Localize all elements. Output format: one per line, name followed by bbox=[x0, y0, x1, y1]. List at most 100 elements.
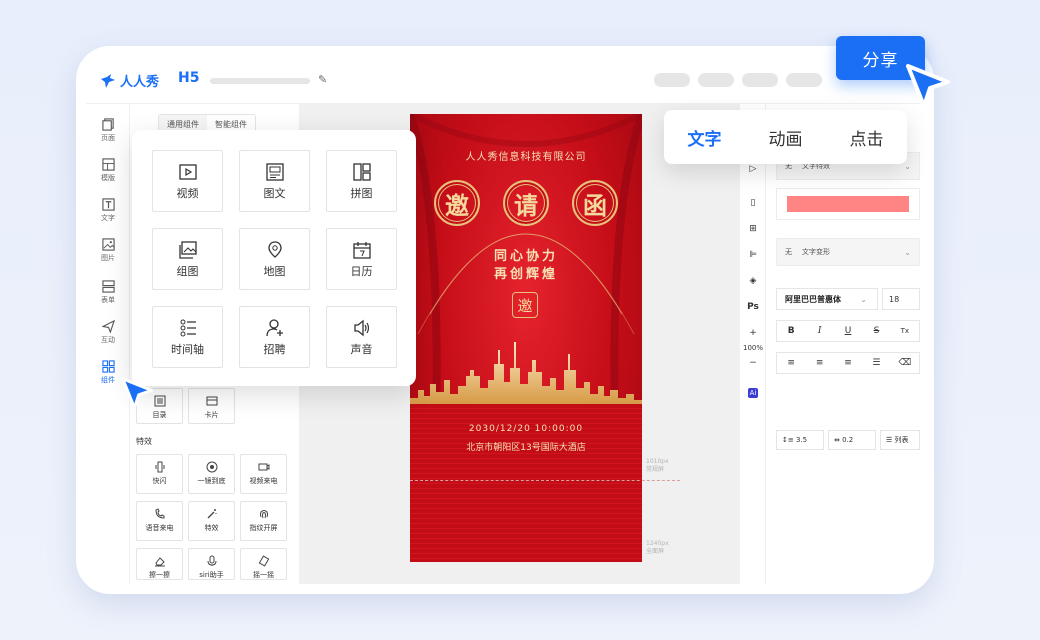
fill-color-picker[interactable] bbox=[776, 188, 920, 220]
list-button[interactable]: ☰ 列表 bbox=[880, 430, 920, 450]
effect-special[interactable]: 特效 bbox=[188, 501, 235, 541]
component-audio[interactable]: 声音 bbox=[326, 306, 397, 368]
slogan-line-2: 再创辉煌 bbox=[493, 267, 558, 282]
strikethrough-button[interactable]: S bbox=[862, 321, 890, 341]
invitation-poster[interactable]: 人人秀信息科技有限公司 邀 请 函 同心协力 再创辉煌 邀 2030/12/20… bbox=[410, 114, 642, 562]
clear-format-button[interactable]: Tx bbox=[891, 321, 919, 341]
effect-shake[interactable]: 摇一摇 bbox=[240, 548, 287, 580]
effect-one-shot-label: 一镜到底 bbox=[197, 477, 226, 485]
component-map[interactable]: 地图 bbox=[239, 228, 310, 290]
align-icon[interactable]: ⊫ bbox=[740, 250, 766, 260]
poster-title-char-3[interactable]: 函 bbox=[572, 180, 618, 226]
effect-flash[interactable]: 快闪 bbox=[136, 454, 183, 494]
nav-item-form[interactable]: 表单 bbox=[86, 280, 130, 305]
effect-scratch-label: 擦一擦 bbox=[149, 571, 170, 579]
component-popup: 视频 图文 拼图 组图 地图 日历 时间轴 招聘 声音 bbox=[132, 130, 416, 386]
poster-title-char-1[interactable]: 邀 bbox=[434, 180, 480, 226]
zoom-out-icon[interactable]: − bbox=[740, 358, 766, 368]
text-transform-label: 文字变形 bbox=[802, 248, 830, 256]
chevron-down-icon: ⌄ bbox=[904, 247, 911, 257]
guide-full-name: 全面屏 bbox=[646, 548, 665, 555]
toolbar-pill-4[interactable] bbox=[786, 73, 822, 87]
component-recruit[interactable]: 招聘 bbox=[239, 306, 310, 368]
tab-text[interactable]: 文字 bbox=[664, 125, 745, 150]
brand-logo[interactable]: 人人秀 bbox=[100, 71, 159, 90]
text-transform-select[interactable]: 无 文字变形 ⌄ bbox=[776, 238, 920, 266]
chevron-down-icon: ⌄ bbox=[904, 161, 911, 171]
component-audio-label: 声音 bbox=[350, 343, 373, 356]
property-panel: 无 文字特效 ⌄ 无 文字变形 ⌄ 阿里巴巴普惠体 ⌄ 18 B I U S T… bbox=[766, 104, 924, 584]
align-left-icon[interactable]: ≡ bbox=[777, 353, 805, 373]
eraser-icon bbox=[154, 557, 165, 567]
align-center-icon[interactable]: ≡ bbox=[805, 353, 833, 373]
target-icon bbox=[206, 461, 217, 473]
effect-siri[interactable]: siri助手 bbox=[188, 548, 235, 580]
component-video[interactable]: 视频 bbox=[152, 150, 223, 212]
add-user-icon bbox=[265, 319, 283, 337]
font-size-stepper[interactable]: 18 bbox=[882, 288, 920, 310]
grid-icon[interactable]: ⊞ bbox=[740, 224, 766, 234]
phone-icon[interactable]: ▯ bbox=[740, 198, 766, 208]
poster-address[interactable]: 北京市朝阳区13号国际大酒店 bbox=[410, 440, 642, 453]
effect-video-call[interactable]: 视频来电 bbox=[240, 454, 287, 494]
poster-datetime[interactable]: 2030/12/20 10:00:00 bbox=[410, 424, 642, 434]
play-icon[interactable]: ▷ bbox=[740, 164, 766, 174]
align-right-icon[interactable]: ≡ bbox=[834, 353, 862, 373]
template-icon bbox=[101, 158, 115, 171]
component-timeline[interactable]: 时间轴 bbox=[152, 306, 223, 368]
component-gallery[interactable]: 组图 bbox=[152, 228, 223, 290]
component-calendar[interactable]: 日历 bbox=[326, 228, 397, 290]
line-height-stepper[interactable]: ↕≡ 3.5 bbox=[776, 430, 824, 450]
effect-voice-call[interactable]: 语音来电 bbox=[136, 501, 183, 541]
nav-item-interact[interactable]: 互动 bbox=[86, 320, 130, 345]
nav-label-interact: 互动 bbox=[101, 336, 115, 344]
nav-item-text[interactable]: 文字 bbox=[86, 198, 130, 223]
card-component[interactable]: 卡片 bbox=[188, 388, 235, 424]
component-image-text[interactable]: 图文 bbox=[239, 150, 310, 212]
tab-animation[interactable]: 动画 bbox=[745, 125, 826, 150]
effect-scratch[interactable]: 擦一擦 bbox=[136, 548, 183, 580]
poster-company[interactable]: 人人秀信息科技有限公司 bbox=[410, 148, 642, 163]
project-title-placeholder[interactable] bbox=[210, 78, 310, 84]
effect-voice-call-label: 语音来电 bbox=[145, 524, 174, 532]
chevron-down-icon: ⌄ bbox=[860, 294, 867, 304]
poster-slogan[interactable]: 同心协力 再创辉煌 bbox=[410, 248, 642, 284]
tool-strip: ⇤ ▷ ▯ ⊞ ⊫ ◈ Ps + 100% − Ai bbox=[740, 104, 766, 584]
interact-icon bbox=[101, 320, 115, 333]
align-justify-icon[interactable]: ☰ bbox=[862, 353, 890, 373]
ai-button[interactable]: Ai bbox=[740, 388, 766, 398]
toolbar-pill-1[interactable] bbox=[654, 73, 690, 87]
image-text-icon bbox=[265, 163, 284, 181]
underline-button[interactable]: U bbox=[834, 321, 862, 341]
phone-call-icon bbox=[154, 508, 164, 519]
ps-button[interactable]: Ps bbox=[740, 302, 766, 312]
effect-one-shot[interactable]: 一镜到底 bbox=[188, 454, 235, 494]
effects-section-title: 特效 bbox=[136, 437, 152, 446]
edit-title-icon[interactable]: ✎ bbox=[318, 73, 327, 86]
component-icon bbox=[101, 360, 115, 373]
guide-full-px: 1240px bbox=[646, 540, 669, 547]
effect-video-call-label: 视频来电 bbox=[249, 477, 278, 485]
tab-click[interactable]: 点击 bbox=[826, 125, 907, 150]
font-family-select[interactable]: 阿里巴巴普惠体 ⌄ bbox=[776, 288, 878, 310]
bold-button[interactable]: B bbox=[777, 321, 805, 341]
nav-item-pages[interactable]: 页面 bbox=[86, 118, 130, 143]
letter-spacing-stepper[interactable]: ⇹ 0.2 bbox=[828, 430, 876, 450]
poster-seal[interactable]: 邀 bbox=[512, 292, 538, 318]
video-call-icon bbox=[258, 463, 269, 471]
eraser-icon[interactable]: ⌫ bbox=[891, 353, 919, 373]
effect-fingerprint[interactable]: 指纹开屏 bbox=[240, 501, 287, 541]
toolbar-pill-3[interactable] bbox=[742, 73, 778, 87]
nav-item-image[interactable]: 图片 bbox=[86, 238, 130, 263]
golden-skyline bbox=[410, 342, 642, 410]
layers-icon[interactable]: ◈ bbox=[740, 276, 766, 286]
poster-title-char-2[interactable]: 请 bbox=[503, 180, 549, 226]
nav-item-template[interactable]: 模版 bbox=[86, 158, 130, 183]
toolbar-pill-2[interactable] bbox=[698, 73, 734, 87]
component-collage[interactable]: 拼图 bbox=[326, 150, 397, 212]
zoom-in-icon[interactable]: + bbox=[740, 328, 766, 338]
nav-label-component: 组件 bbox=[101, 376, 115, 384]
effect-shake-label: 摇一摇 bbox=[253, 571, 274, 579]
effect-flash-label: 快闪 bbox=[152, 477, 167, 485]
italic-button[interactable]: I bbox=[805, 321, 833, 341]
